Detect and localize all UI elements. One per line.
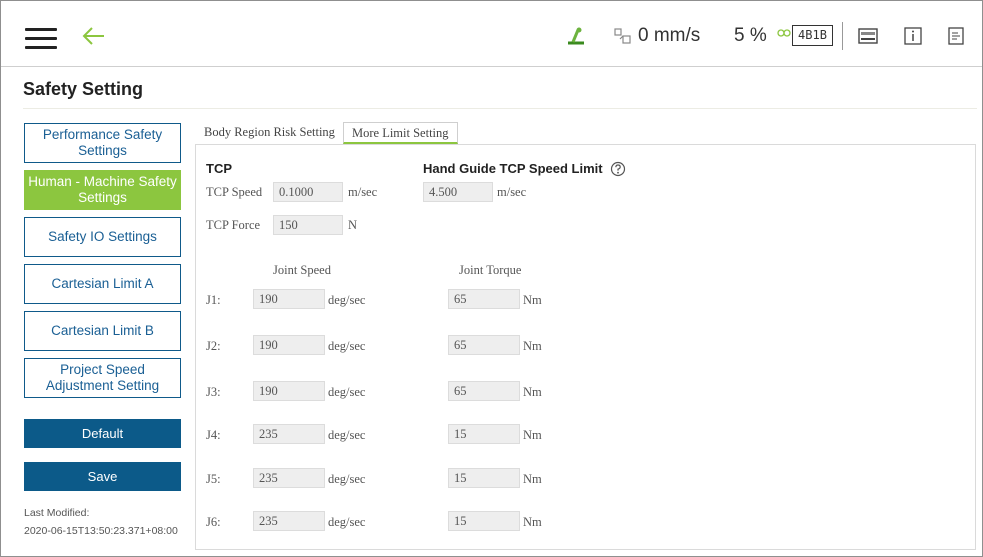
top-bar: 0 mm/s 5 % 4B1B bbox=[1, 1, 982, 67]
joint-torque-header: Joint Torque bbox=[459, 263, 522, 277]
joint-speed-input[interactable]: 235 bbox=[253, 424, 325, 444]
tcp-heading: TCP bbox=[206, 161, 232, 176]
joint-speed-input[interactable]: 235 bbox=[253, 468, 325, 488]
sidebar-item-human-machine-safety[interactable]: Human - Machine Safety Settings bbox=[24, 170, 181, 210]
hand-guide-speed-unit: m/sec bbox=[497, 185, 527, 199]
joint-speed-header: Joint Speed bbox=[273, 263, 331, 277]
tcp-force-input[interactable]: 150 bbox=[273, 215, 343, 235]
sidebar-item-safety-io[interactable]: Safety IO Settings bbox=[24, 217, 181, 257]
speed-icon bbox=[614, 27, 632, 50]
tcp-force-unit: N bbox=[348, 218, 358, 232]
save-button[interactable]: Save bbox=[24, 462, 181, 491]
last-modified-label: Last Modified: bbox=[24, 507, 90, 519]
divider bbox=[842, 22, 843, 50]
joint-label: J3: bbox=[206, 385, 221, 399]
joint-torque-input[interactable]: 15 bbox=[448, 511, 520, 531]
tcp-speed-unit: m/sec bbox=[348, 185, 378, 199]
link-icon bbox=[777, 26, 791, 45]
joint-speed-unit: deg/sec bbox=[328, 385, 366, 399]
sidebar-item-cartesian-limit-b[interactable]: Cartesian Limit B bbox=[24, 311, 181, 351]
default-button[interactable]: Default bbox=[24, 419, 181, 448]
title-divider bbox=[23, 108, 977, 109]
page-title: Safety Setting bbox=[23, 79, 144, 99]
joint-speed-input[interactable]: 190 bbox=[253, 335, 325, 355]
joint-torque-unit: Nm bbox=[523, 293, 542, 307]
joint-torque-unit: Nm bbox=[523, 472, 542, 486]
last-modified-value: 2020-06-15T13:50:23.371+08:00 bbox=[24, 525, 178, 537]
joint-torque-unit: Nm bbox=[523, 339, 542, 353]
speed-readout: 0 mm/s bbox=[638, 25, 701, 46]
tcp-speed-input[interactable]: 0.1000 bbox=[273, 182, 343, 202]
joint-speed-unit: deg/sec bbox=[328, 428, 366, 442]
joint-label: J4: bbox=[206, 428, 221, 442]
joint-speed-unit: deg/sec bbox=[328, 293, 366, 307]
joint-speed-unit: deg/sec bbox=[328, 515, 366, 529]
robot-status-icon bbox=[564, 26, 586, 51]
back-arrow-icon[interactable] bbox=[82, 26, 106, 51]
joint-torque-unit: Nm bbox=[523, 428, 542, 442]
hand-guide-heading: Hand Guide TCP Speed Limit bbox=[423, 161, 603, 176]
hamburger-menu-icon[interactable] bbox=[25, 28, 57, 50]
joint-torque-input[interactable]: 65 bbox=[448, 335, 520, 355]
info-icon[interactable] bbox=[903, 27, 923, 45]
sidebar-item-project-speed-adjustment[interactable]: Project Speed Adjustment Setting bbox=[24, 358, 181, 398]
joint-label: J5: bbox=[206, 472, 221, 486]
joint-label: J6: bbox=[206, 515, 221, 529]
joint-speed-input[interactable]: 235 bbox=[253, 511, 325, 531]
joint-speed-unit: deg/sec bbox=[328, 339, 366, 353]
help-icon[interactable] bbox=[610, 161, 626, 182]
tab-more-limit[interactable]: More Limit Setting bbox=[343, 122, 458, 144]
sidebar-item-performance-safety[interactable]: Performance Safety Settings bbox=[24, 123, 181, 163]
joint-speed-input[interactable]: 190 bbox=[253, 289, 325, 309]
joint-label: J2: bbox=[206, 339, 221, 353]
sidebar-item-cartesian-limit-a[interactable]: Cartesian Limit A bbox=[24, 264, 181, 304]
tab-body-region-risk[interactable]: Body Region Risk Setting bbox=[196, 122, 343, 144]
joint-label: J1: bbox=[206, 293, 221, 307]
joint-speed-input[interactable]: 190 bbox=[253, 381, 325, 401]
joint-speed-unit: deg/sec bbox=[328, 472, 366, 486]
speed-ratio-readout: 5 % bbox=[734, 25, 767, 46]
log-icon[interactable] bbox=[946, 27, 966, 45]
tcp-speed-label: TCP Speed bbox=[206, 185, 263, 199]
joint-torque-input[interactable]: 15 bbox=[448, 468, 520, 488]
keyboard-icon[interactable] bbox=[858, 27, 878, 45]
joint-torque-unit: Nm bbox=[523, 385, 542, 399]
joint-torque-input[interactable]: 15 bbox=[448, 424, 520, 444]
joint-torque-input[interactable]: 65 bbox=[448, 381, 520, 401]
joint-torque-input[interactable]: 65 bbox=[448, 289, 520, 309]
tcp-force-label: TCP Force bbox=[206, 218, 261, 232]
hand-guide-speed-input[interactable]: 4.500 bbox=[423, 182, 493, 202]
joint-torque-unit: Nm bbox=[523, 515, 542, 529]
mode-badge: 4B1B bbox=[792, 25, 833, 46]
